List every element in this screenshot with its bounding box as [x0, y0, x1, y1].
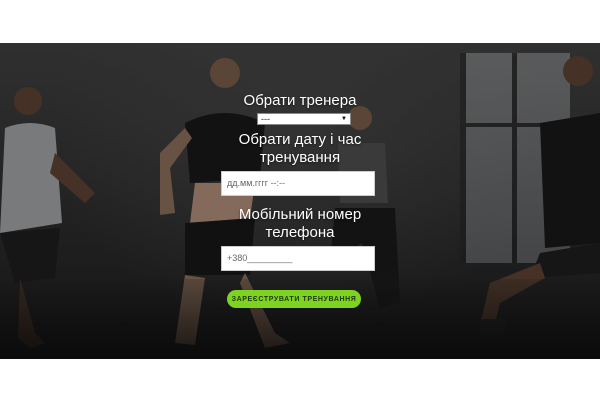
trainer-select-value: --- [261, 114, 270, 124]
register-training-button[interactable]: ЗАРЕЄСТРУВАТИ ТРЕНУВАННЯ [227, 290, 361, 308]
datetime-label: Обрати дату і час тренування [238, 131, 362, 166]
phone-input[interactable]: +380_________ [221, 246, 375, 271]
phone-label: Мобільний номер телефона [238, 206, 362, 241]
trainer-label: Обрати тренера [243, 92, 357, 109]
chevron-down-icon: ▼ [341, 116, 347, 122]
datetime-input[interactable]: дд.мм.гггг --:-- [221, 171, 375, 196]
training-registration-form: Обрати тренера --- ▼ Обрати дату і час т… [220, 92, 380, 308]
trainer-select[interactable]: --- ▼ [257, 113, 351, 125]
